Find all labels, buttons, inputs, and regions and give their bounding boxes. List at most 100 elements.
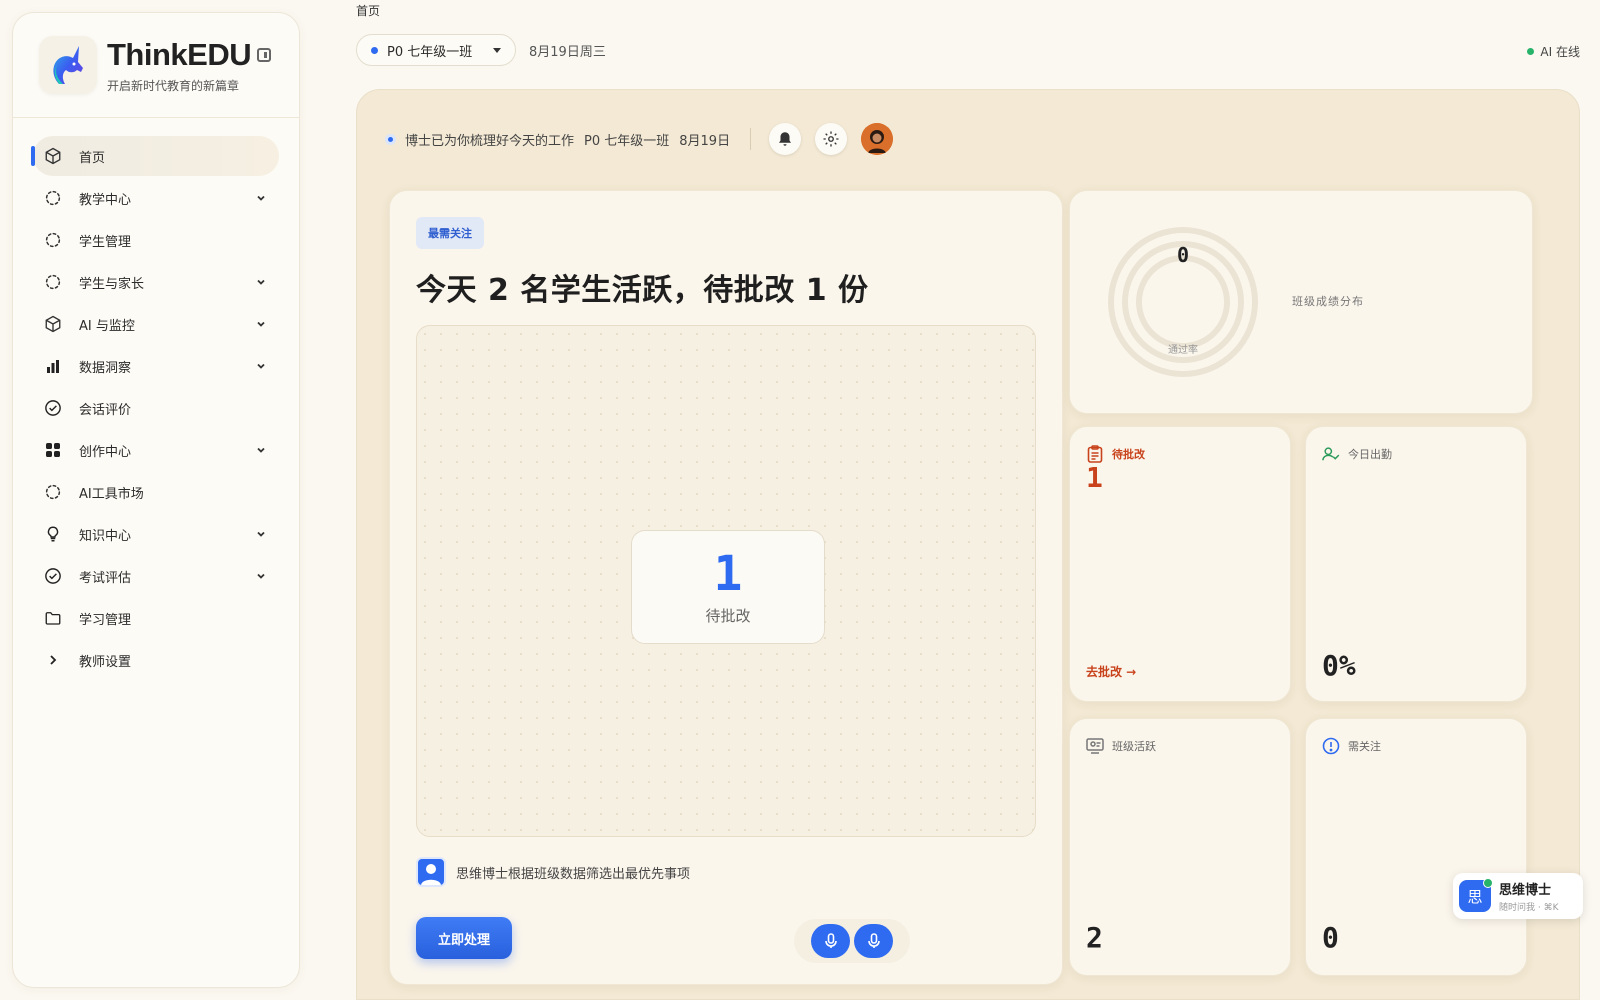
sidebar-item-1[interactable]: 教学中心	[33, 178, 279, 218]
class-status-dot	[371, 46, 378, 54]
dots-circle-icon	[43, 188, 63, 208]
sidebar-item-label: AI工具市场	[79, 486, 144, 502]
headline-date: 8月19日	[679, 133, 731, 149]
sidebar-item-label: 知识中心	[79, 528, 132, 544]
sidebar-item-label: 教学中心	[79, 192, 132, 208]
sidebar-item-8[interactable]: AI工具市场	[33, 472, 279, 512]
mic-button-1[interactable]	[811, 924, 850, 958]
sidebar-item-label: 首页	[79, 150, 106, 166]
sidebar-item-4[interactable]: AI 与监控	[33, 304, 279, 344]
brand-name: ThinkEDU	[107, 37, 272, 73]
ai-status: AI 在线	[1527, 43, 1580, 60]
sidebar-item-5[interactable]: 数据洞察	[33, 346, 279, 386]
mic-button-2[interactable]	[854, 924, 893, 958]
notification-button[interactable]	[769, 123, 802, 155]
pending-card-value: 1	[1086, 461, 1103, 494]
sidebar-item-10[interactable]: 考试评估	[33, 556, 279, 596]
unicorn-logo-icon	[39, 36, 97, 94]
sidebar-item-3[interactable]: 学生与家长	[33, 262, 279, 302]
gear-icon	[823, 131, 839, 147]
focus-card: 最需关注 今天 2 名学生活跃，待批改 1 份 1 待批改 思维博士根据班级数据…	[389, 190, 1063, 985]
bar-chart-icon	[43, 356, 63, 376]
bell-icon	[779, 132, 792, 146]
pending-stat-label: 待批改	[705, 607, 751, 625]
headline-message: 博士已为你梳理好今天的工作	[405, 133, 575, 149]
breadcrumb[interactable]: 首页	[356, 2, 380, 19]
assistant-name: 思维博士	[1499, 883, 1552, 898]
concern-card-header: 需关注	[1322, 737, 1381, 755]
folder-icon	[43, 608, 63, 628]
focus-area: 1 待批改	[416, 325, 1036, 837]
doctor-note: 思维博士根据班级数据筛选出最优先事项	[416, 857, 690, 887]
caret-down-icon	[493, 47, 501, 53]
doctor-note-text: 思维博士根据班级数据筛选出最优先事项	[456, 866, 691, 882]
activity-screen-icon	[1086, 737, 1104, 755]
sidebar-item-label: 会话评价	[79, 402, 132, 418]
check-circle-icon	[43, 566, 63, 586]
top-date: 8月19日周三	[529, 45, 606, 60]
chevron-down-icon[interactable]	[251, 188, 271, 208]
attendance-card[interactable]: 今日出勤 0%	[1305, 426, 1527, 702]
dots-circle-icon	[43, 482, 63, 502]
sidebar-item-7[interactable]: 创作中心	[33, 430, 279, 470]
sidebar-item-11[interactable]: 学习管理	[33, 598, 279, 638]
dots-circle-icon	[43, 230, 63, 250]
class-select-value: P0 七年级一班	[387, 44, 473, 60]
headline-class: P0 七年级一班	[584, 133, 670, 149]
dots-circle-icon	[43, 272, 63, 292]
class-select[interactable]: P0 七年级一班	[356, 34, 516, 66]
pending-card-title: 待批改	[1112, 448, 1145, 461]
headline-bar: 博士已为你梳理好今天的工作 P0 七年级一班 8月19日	[385, 123, 894, 155]
settings-button[interactable]	[815, 123, 848, 155]
pass-rate-label: 通过率	[1168, 345, 1198, 356]
sidebar-item-label: 学生管理	[79, 234, 132, 250]
attendance-card-value: 0%	[1322, 649, 1356, 682]
score-distribution-title: 班级成绩分布	[1292, 295, 1364, 308]
divider	[750, 128, 752, 150]
concern-card[interactable]: 需关注 0	[1305, 718, 1527, 976]
online-dot-icon	[1527, 48, 1535, 55]
score-distribution-card[interactable]: 0 通过率 班级成绩分布	[1069, 190, 1533, 414]
sidebar-item-label: 创作中心	[79, 444, 132, 460]
voice-controls	[794, 919, 910, 963]
go-grade-link[interactable]: 去批改 →	[1086, 663, 1136, 680]
grid-icon	[43, 440, 63, 460]
sidebar-item-label: AI 与监控	[79, 318, 135, 334]
lightbulb-icon	[43, 524, 63, 544]
activity-card-title: 班级活跃	[1112, 740, 1156, 753]
activity-card[interactable]: 班级活跃 2	[1069, 718, 1291, 976]
doctor-avatar-icon	[416, 857, 446, 887]
sidebar-nav: 首页教学中心学生管理学生与家长 AI 与监控 数据洞察会话评价创作中心 AI工具市场知…	[13, 118, 299, 680]
activity-card-value: 2	[1086, 921, 1103, 954]
chevron-down-icon[interactable]	[251, 314, 271, 334]
sidebar-item-2[interactable]: 学生管理	[33, 220, 279, 260]
pending-stat[interactable]: 1 待批改	[631, 530, 825, 644]
concern-card-title: 需关注	[1348, 740, 1381, 753]
sidebar-toggle-icon[interactable]	[257, 47, 272, 62]
sidebar-item-6[interactable]: 会话评价	[33, 388, 279, 428]
chevron-down-icon[interactable]	[251, 272, 271, 292]
sidebar-item-9[interactable]: 知识中心	[33, 514, 279, 554]
check-circle-icon	[43, 398, 63, 418]
assistant-shortcut: 随时问我 · ⌘K	[1499, 903, 1559, 913]
cube-icon	[43, 314, 63, 334]
alert-circle-icon	[1322, 737, 1340, 755]
user-avatar[interactable]	[861, 123, 894, 155]
user-check-icon	[1322, 445, 1340, 463]
chevron-down-icon[interactable]	[251, 566, 271, 586]
ai-assistant-launcher[interactable]: 思 思维博士 随时问我 · ⌘K	[1453, 873, 1583, 919]
chevron-down-icon[interactable]	[251, 356, 271, 376]
focus-tag: 最需关注	[416, 217, 484, 249]
pending-card[interactable]: 待批改 1 去批改 →	[1069, 426, 1291, 702]
microphone-icon	[867, 933, 880, 948]
chevron-down-icon[interactable]	[251, 524, 271, 544]
process-now-button[interactable]: 立即处理	[416, 917, 512, 959]
pending-stat-value: 1	[713, 546, 743, 602]
chevron-down-icon[interactable]	[251, 440, 271, 460]
sidebar-item-label: 考试评估	[79, 570, 132, 586]
sidebar-item-label: 数据洞察	[79, 360, 132, 376]
attendance-card-title: 今日出勤	[1348, 448, 1392, 461]
sidebar-item-12[interactable]: 教师设置	[33, 640, 279, 680]
sidebar-item-0[interactable]: 首页	[31, 136, 279, 176]
assistant-logo-icon: 思	[1459, 878, 1493, 912]
